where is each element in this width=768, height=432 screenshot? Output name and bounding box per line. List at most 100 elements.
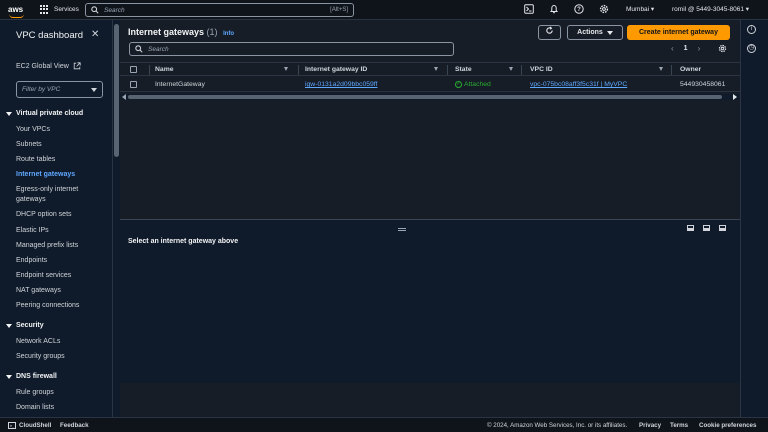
- clock-icon[interactable]: ◷: [747, 44, 756, 53]
- sort-icon[interactable]: [434, 67, 438, 71]
- caret-down-icon: [6, 374, 12, 379]
- aws-logo[interactable]: aws: [8, 5, 34, 18]
- sidebar-item-endpoints[interactable]: Endpoints: [16, 256, 86, 266]
- section-label: Security: [16, 322, 44, 329]
- column-divider: [149, 65, 150, 75]
- global-search-input[interactable]: Search [Alt+S]: [85, 3, 354, 17]
- horizontal-scrollbar[interactable]: [121, 94, 739, 100]
- column-header-owner[interactable]: Owner: [680, 66, 701, 73]
- sidebar-item-route-tables[interactable]: Route tables: [16, 155, 86, 165]
- cell-vpc-id-link[interactable]: vpc-075bc08aff3f5c31f | MyVPC: [530, 81, 627, 88]
- section-label: DNS firewall: [16, 373, 57, 380]
- scroll-left-icon[interactable]: [122, 94, 126, 100]
- scrollbar-thumb[interactable]: [128, 95, 722, 99]
- sidebar-item-domain-lists[interactable]: Domain lists: [16, 403, 86, 413]
- sidebar-title[interactable]: VPC dashboard: [16, 30, 83, 41]
- table-header: Name Internet gateway ID State VPC ID Ow…: [120, 62, 740, 76]
- info-icon[interactable]: i: [747, 25, 756, 34]
- sidebar-item-internet-gateways[interactable]: Internet gateways: [16, 170, 86, 180]
- scroll-right-icon[interactable]: [733, 94, 737, 100]
- region-selector[interactable]: Mumbai ▾: [626, 5, 654, 13]
- gear-icon[interactable]: [599, 4, 609, 14]
- external-link-icon: [73, 62, 81, 70]
- sidebar-item-network-acls[interactable]: Network ACLs: [16, 337, 86, 347]
- sidebar: VPC dashboard ✕ EC2 Global View Filter b…: [0, 20, 112, 417]
- cell-name: InternetGateway: [155, 81, 205, 88]
- pagination: ‹ 1 ›: [671, 44, 700, 53]
- main-content: Internet gateways (1) Info Actions Creat…: [120, 20, 740, 417]
- filter-by-vpc-select[interactable]: Filter by VPC: [16, 81, 103, 98]
- column-header-vpc-id[interactable]: VPC ID: [530, 66, 553, 73]
- top-navigation: aws Services Search [Alt+S] ? Mumbai ▾ r…: [0, 0, 768, 20]
- refresh-button[interactable]: [538, 25, 561, 40]
- info-link[interactable]: Info: [223, 31, 234, 37]
- select-all-checkbox[interactable]: [130, 66, 137, 73]
- section-dns-firewall[interactable]: DNS firewall: [6, 373, 57, 380]
- table-search-input[interactable]: Search: [129, 42, 454, 56]
- state-label: Attached: [464, 81, 491, 88]
- split-panel: Select an internet gateway above: [120, 219, 740, 383]
- grid-icon: [40, 5, 49, 14]
- sort-icon[interactable]: [509, 67, 513, 71]
- sidebar-item-elastic-ips[interactable]: Elastic IPs: [16, 226, 86, 236]
- privacy-link[interactable]: Privacy: [639, 422, 661, 429]
- column-divider: [298, 65, 299, 75]
- sort-icon[interactable]: [284, 67, 288, 71]
- account-menu[interactable]: romil @ 5449-3045-8061 ▾: [672, 5, 749, 13]
- gateways-panel: Internet gateways (1) Info Actions Creat…: [120, 20, 740, 220]
- sidebar-item-endpoint-services[interactable]: Endpoint services: [16, 271, 86, 281]
- sidebar-scrollbar[interactable]: [112, 20, 120, 417]
- sidebar-item-managed-prefix-lists[interactable]: Managed prefix lists: [16, 241, 86, 251]
- split-close-icon[interactable]: [719, 225, 726, 231]
- column-divider: [521, 65, 522, 75]
- content-bottom: [120, 383, 740, 417]
- services-menu-button[interactable]: Services: [40, 5, 79, 14]
- cell-gateway-id-link[interactable]: igw-0131a2d09bbc059ff: [305, 81, 377, 88]
- scrollbar-thumb[interactable]: [114, 24, 119, 157]
- sidebar-item-security-groups[interactable]: Security groups: [16, 352, 86, 362]
- caret-down-icon: [6, 111, 12, 116]
- help-icon[interactable]: ?: [574, 4, 584, 14]
- sidebar-item-rule-groups[interactable]: Rule groups: [16, 388, 86, 398]
- cloudshell-button[interactable]: >_ CloudShell: [8, 422, 51, 429]
- cloudshell-icon[interactable]: [524, 4, 534, 14]
- sidebar-item-subnets[interactable]: Subnets: [16, 140, 86, 150]
- create-internet-gateway-button[interactable]: Create internet gateway: [627, 25, 730, 40]
- terms-link[interactable]: Terms: [670, 422, 688, 429]
- services-label: Services: [54, 6, 79, 13]
- svg-text:?: ?: [577, 7, 581, 13]
- section-virtual-private-cloud[interactable]: Virtual private cloud: [6, 110, 83, 117]
- split-side-icon[interactable]: [703, 225, 710, 231]
- column-divider: [447, 65, 448, 75]
- column-header-gateway-id[interactable]: Internet gateway ID: [305, 66, 367, 73]
- prev-page-icon[interactable]: ‹: [671, 44, 674, 53]
- close-icon[interactable]: ✕: [91, 29, 99, 40]
- section-security[interactable]: Security: [6, 322, 44, 329]
- column-header-name[interactable]: Name: [155, 66, 174, 73]
- table-row[interactable]: InternetGateway igw-0131a2d09bbc059ff ✓ …: [120, 77, 740, 92]
- split-bottom-icon[interactable]: [687, 225, 694, 231]
- sidebar-item-nat-gateways[interactable]: NAT gateways: [16, 286, 86, 296]
- cookie-preferences-link[interactable]: Cookie preferences: [699, 422, 756, 429]
- table-settings-gear-icon[interactable]: [718, 44, 727, 55]
- bell-icon[interactable]: [549, 4, 559, 14]
- actions-button[interactable]: Actions: [567, 25, 623, 40]
- page-title-text: Internet gateways: [128, 27, 205, 37]
- row-checkbox[interactable]: [130, 81, 137, 88]
- sidebar-item-peering-connections[interactable]: Peering connections: [16, 301, 86, 311]
- search-icon: [91, 6, 99, 14]
- sidebar-item-ec2-global-view[interactable]: EC2 Global View: [16, 62, 81, 70]
- cloudshell-label: CloudShell: [19, 422, 52, 429]
- next-page-icon[interactable]: ›: [698, 44, 701, 53]
- aws-logo-text: aws: [8, 5, 24, 14]
- terminal-icon: >_: [8, 422, 16, 429]
- drag-handle-icon[interactable]: [398, 228, 406, 231]
- filter-placeholder: Filter by VPC: [22, 86, 61, 93]
- sidebar-item-egress-only-internet-gateways[interactable]: Egress-only internet gateways: [16, 185, 86, 205]
- current-page[interactable]: 1: [684, 45, 688, 52]
- feedback-link[interactable]: Feedback: [60, 422, 89, 429]
- column-header-state[interactable]: State: [455, 66, 472, 73]
- sort-icon[interactable]: [659, 67, 663, 71]
- sidebar-item-dhcp-option-sets[interactable]: DHCP option sets: [16, 210, 86, 220]
- sidebar-item-your-vpcs[interactable]: Your VPCs: [16, 125, 86, 135]
